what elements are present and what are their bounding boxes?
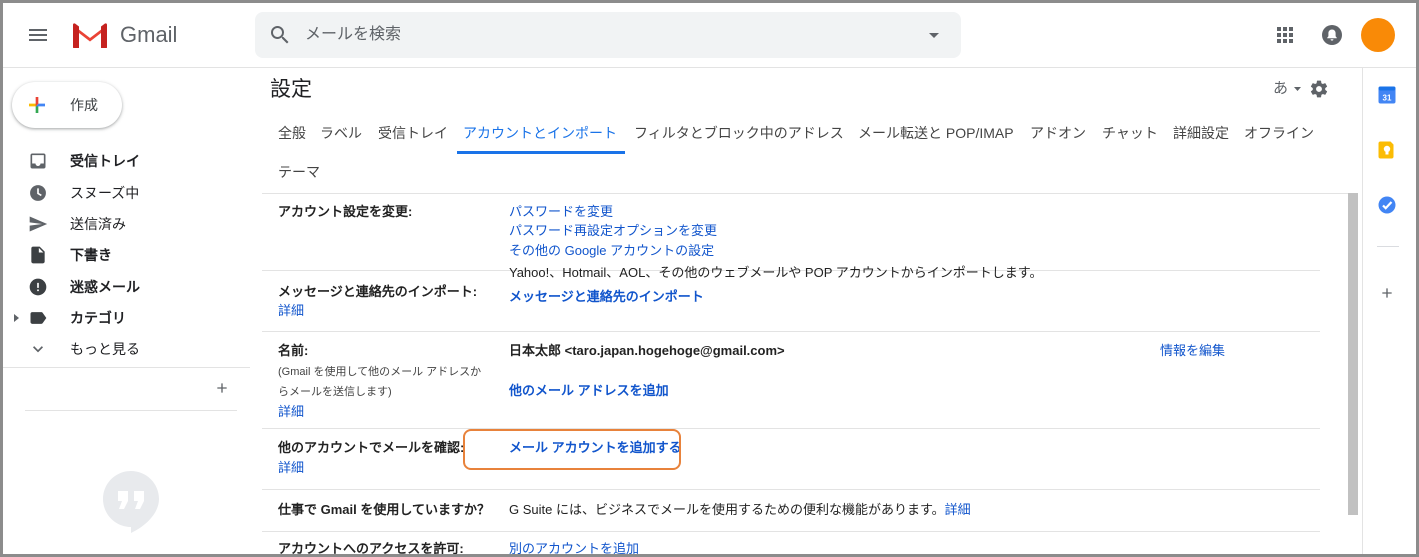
add-email-address-link[interactable]: 他のメール アドレスを追加 [509,383,669,399]
sidebar-item-inbox[interactable]: 受信トレイ [0,145,250,177]
sidebar-item-label: スヌーズ中 [70,185,140,201]
highlight-box [463,429,681,470]
tab-addons[interactable]: アドオン [1030,125,1086,141]
sidebar-item-sent[interactable]: 送信済み [0,208,250,240]
compose-plus-icon [29,97,45,113]
snooze-clock-icon [30,185,46,201]
calendar-icon[interactable]: 31 [1377,85,1397,105]
edit-info-link[interactable]: 情報を編集 [1160,343,1225,359]
sidebar-item-label: 下書き [70,247,112,263]
name-note-line: らメールを送信します) [278,386,392,398]
tab-accounts-import[interactable]: アカウントとインポート [463,125,617,141]
sender-name-value: 日本太郎 <taro.japan.hogehoge@gmail.com> [509,343,785,358]
tabs-divider [262,193,1348,194]
row-heading-check-mail: 他のアカウントでメールを確認: [278,440,465,455]
send-icon [29,216,48,232]
draft-icon [31,246,45,264]
search-icon[interactable] [268,23,292,47]
name-help-link[interactable]: 詳細 [278,404,304,420]
caret-down-icon[interactable] [1294,87,1301,91]
keep-icon[interactable] [1377,140,1397,160]
compose-button[interactable]: 作成 [12,82,122,128]
spam-icon [29,278,47,296]
gsuite-description: G Suite には、ビジネスでメールを使用するための便利な機能があります。 [509,502,945,517]
sidebar-item-label: もっと見る [70,341,140,357]
top-bar: Gmail [0,0,1419,67]
sidebar-item-label: 迷惑メール [70,279,140,295]
sidebar-item-label: カテゴリ [70,310,126,326]
hangouts-icon[interactable] [101,469,161,533]
check-mail-help-link[interactable]: 詳細 [278,460,304,476]
plus-icon[interactable] [214,380,230,396]
sidebar-item-snoozed[interactable]: スヌーズ中 [0,177,250,209]
sidebar-divider [0,367,250,368]
gsuite-help-link[interactable]: 詳細 [945,502,971,517]
search-bar[interactable] [255,12,961,58]
import-description: Yahoo!、Hotmail、AOL、その他のウェブメールや POP アカウント… [509,265,1043,280]
side-panel-divider [1362,68,1363,557]
tab-themes[interactable]: テーマ [278,164,320,180]
import-mail-contacts-link[interactable]: メッセージと連絡先のインポート [509,289,704,305]
hamburger-menu-icon[interactable] [26,23,50,47]
row-divider [262,331,1320,332]
search-input[interactable] [305,12,905,58]
gsuite-description-line: G Suite には、ビジネスでメールを使用するための便利な機能があります。詳細 [509,502,971,518]
tasks-icon[interactable] [1377,195,1397,215]
header-divider [0,67,1419,68]
active-tab-indicator [457,151,625,154]
add-another-account-link[interactable]: 別のアカウントを追加 [509,541,639,557]
sidebar-item-spam[interactable]: 迷惑メール [0,271,250,303]
scrollbar-thumb[interactable] [1348,193,1358,515]
change-password-link[interactable]: パスワードを変更 [509,204,613,220]
input-tool-button[interactable]: あ [1273,80,1288,98]
name-note-line: (Gmail を使用して他のメール アドレスか [278,366,482,378]
page-title: 設定 [270,78,312,101]
label-icon [30,312,47,324]
calendar-date-badge: 31 [1383,94,1392,103]
account-avatar[interactable] [1361,18,1395,52]
gear-icon[interactable] [1309,79,1329,99]
tab-inbox[interactable]: 受信トレイ [378,125,448,141]
row-divider [262,428,1320,429]
sidebar-item-categories[interactable]: カテゴリ [0,302,250,334]
sidebar-item-label: 受信トレイ [70,153,140,169]
expand-arrow-icon[interactable] [14,314,20,322]
google-account-settings-link[interactable]: その他の Google アカウントの設定 [509,243,714,259]
row-heading-import: メッセージと連絡先のインポート: [278,284,478,299]
row-divider [262,489,1320,490]
sidebar-item-drafts[interactable]: 下書き [0,239,250,271]
gmail-logo-icon[interactable] [71,22,109,50]
tab-general[interactable]: 全般 [278,125,306,141]
plus-icon[interactable] [1379,285,1395,301]
row-heading-account-settings: アカウント設定を変更: [278,204,413,219]
password-recovery-link[interactable]: パスワード再設定オプションを変更 [509,223,717,239]
row-heading-name: 名前: [278,343,309,358]
side-panel-separator [1377,246,1399,247]
row-heading-grant-access: アカウントへのアクセスを許可: [278,541,464,556]
tab-forwarding[interactable]: メール転送と POP/IMAP [858,125,1014,141]
row-divider [262,531,1320,532]
apps-grid-icon[interactable] [1275,25,1295,45]
tab-filters[interactable]: フィルタとブロック中のアドレス [634,125,844,141]
notifications-icon[interactable] [1321,24,1343,46]
compose-label: 作成 [70,97,98,113]
tab-advanced[interactable]: 詳細設定 [1173,125,1229,141]
sidebar-item-more[interactable]: もっと見る [0,333,250,365]
sidebar-divider [25,410,237,411]
inbox-icon [30,153,46,169]
caret-down-icon[interactable] [929,33,939,38]
chevron-down-icon [33,346,43,353]
tab-chat[interactable]: チャット [1102,125,1158,141]
tab-labels[interactable]: ラベル [320,125,362,141]
row-heading-gsuite: 仕事で Gmail を使用していますか？ [278,502,490,517]
gmail-settings-window: Gmail メールを検索 作成 受信トレイ スヌーズ中 送信済み 下書き 迷惑メ… [0,0,1419,557]
import-help-link[interactable]: 詳細 [278,303,304,319]
tab-offline[interactable]: オフライン [1244,125,1314,141]
gmail-brand-text[interactable]: Gmail [120,22,177,48]
sidebar-item-label: 送信済み [70,216,126,232]
